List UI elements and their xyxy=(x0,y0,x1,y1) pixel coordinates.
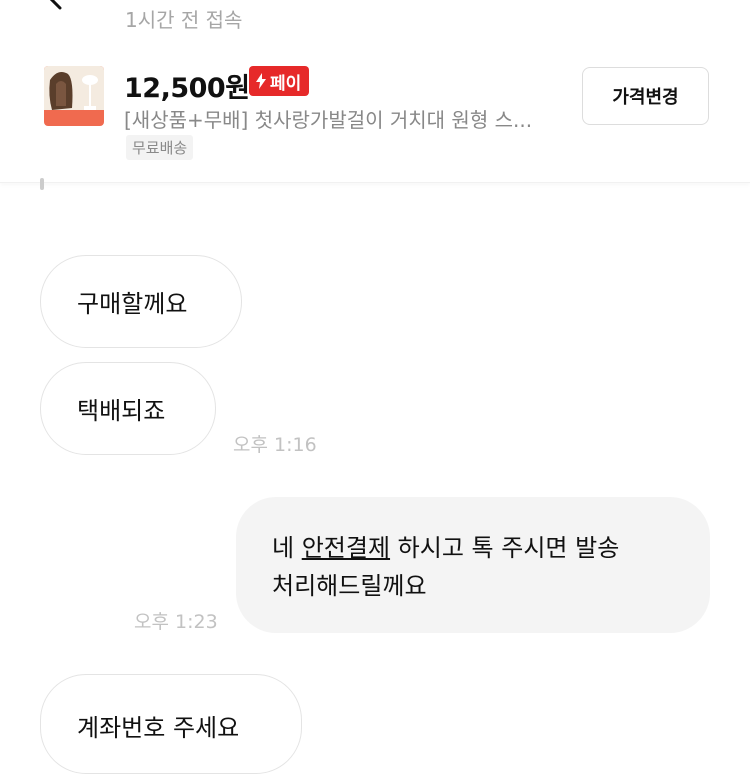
free-shipping-tag: 무료배송 xyxy=(126,135,194,160)
message-line: 네 안전결제 하시고 톡 주시면 발송 xyxy=(272,529,674,567)
menu-icon[interactable]: · · · xyxy=(682,0,714,10)
change-price-button[interactable]: 가격변경 xyxy=(582,67,709,125)
safe-payment-link[interactable]: 안전결제 xyxy=(302,534,390,562)
message-text: 계좌번호 주세요 xyxy=(77,714,240,742)
chat-header: 1시간 전 접속 · · · 12,500원 페이 [새상품+무배] 첫사랑가발… xyxy=(0,0,750,183)
product-thumbnail[interactable] xyxy=(44,66,104,126)
message-bubble: 택배되죠 xyxy=(40,362,216,455)
message-bubble: 계좌번호 주세요 xyxy=(40,674,302,774)
lightning-icon xyxy=(256,73,266,89)
pay-badge-label: 페이 xyxy=(270,73,302,94)
scroll-indicator xyxy=(40,178,44,190)
product-title[interactable]: [새상품+무배] 첫사랑가발걸이 거치대 원형 스... xyxy=(124,104,574,133)
message-text: 택배되죠 xyxy=(77,397,166,425)
pay-badge: 페이 xyxy=(249,66,310,96)
message-time: 오후 1:16 xyxy=(233,434,317,456)
product-price: 12,500원 xyxy=(124,73,250,104)
back-arrow-icon[interactable] xyxy=(40,0,68,10)
last-seen-status: 1시간 전 접속 xyxy=(125,8,243,32)
message-time: 오후 1:23 xyxy=(134,611,218,633)
message-line-2: 처리해드릴께요 xyxy=(272,572,427,600)
my-message-bubble: 네 안전결제 하시고 톡 주시면 발송 처리해드릴께요 xyxy=(236,497,710,633)
message-prefix: 네 xyxy=(272,534,302,562)
message-bubble: 구매할께요 xyxy=(40,255,242,348)
message-suffix: 하시고 톡 주시면 발송 xyxy=(390,534,620,562)
message-text: 구매할께요 xyxy=(77,290,188,318)
